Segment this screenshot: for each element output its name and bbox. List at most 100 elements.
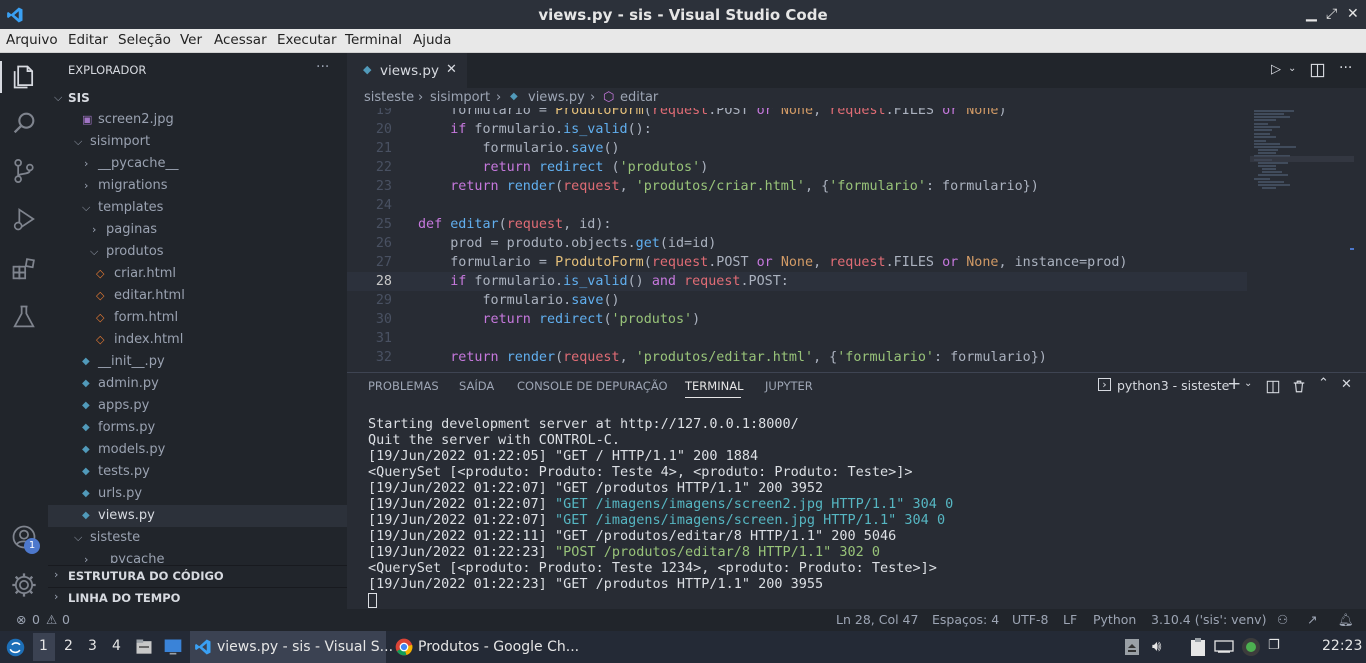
tree-item[interactable]: ◆ admin.py <box>48 373 347 395</box>
manage-gear-icon[interactable] <box>10 571 38 599</box>
error-icon[interactable]: ⊗ <box>16 612 26 627</box>
code-line[interactable]: if formulario.is_valid(): <box>418 120 652 139</box>
tree-item[interactable]: › __pycache__ <box>48 153 347 175</box>
extensions-icon[interactable] <box>10 255 38 283</box>
clock[interactable]: 22:23 <box>1322 638 1362 654</box>
run-file-icon[interactable]: ▷ <box>1271 62 1281 77</box>
close-tab-icon[interactable]: ✕ <box>446 62 457 77</box>
notification-tray-icon[interactable]: ❐ <box>1268 638 1280 653</box>
workspace-3[interactable]: 3 <box>88 638 97 654</box>
breadcrumb-item[interactable]: sisteste <box>364 90 414 105</box>
menu-acessar[interactable]: Acessar <box>214 32 267 48</box>
tree-item[interactable]: ◆ forms.py <box>48 417 347 439</box>
tab-console-depuracao[interactable]: CONSOLE DE DEPURAÇÃO <box>517 379 668 393</box>
code-line[interactable]: return redirect('produtos') <box>418 310 701 329</box>
menu-selecao[interactable]: Seleção <box>118 32 171 48</box>
workspace-1[interactable]: 1 <box>39 638 48 654</box>
workspace-4[interactable]: 4 <box>112 638 121 654</box>
python-interpreter[interactable]: 3.10.4 ('sis': venv) <box>1151 612 1266 627</box>
tab-views-py[interactable]: ◆ views.py ✕ <box>347 53 467 88</box>
terminal-name[interactable]: python3 - sisteste <box>1117 378 1229 393</box>
source-control-icon[interactable] <box>10 157 38 185</box>
tree-item[interactable]: › pycache <box>48 549 347 563</box>
tree-item[interactable]: ◇ editar.html <box>48 285 347 307</box>
tree-item[interactable]: ◆ urls.py <box>48 483 347 505</box>
start-menu-icon[interactable] <box>5 637 26 658</box>
warning-count[interactable]: 0 <box>62 612 70 627</box>
tab-problemas[interactable]: PROBLEMAS <box>368 379 439 393</box>
feedback-icon[interactable]: ↗ <box>1307 612 1317 627</box>
tree-item[interactable]: ⌵ sisteste <box>48 527 347 549</box>
trash-icon[interactable] <box>1292 379 1306 394</box>
tab-jupyter[interactable]: JUPYTER <box>765 379 813 393</box>
clipboard-icon[interactable] <box>1188 637 1208 657</box>
tree-item[interactable]: ◇ index.html <box>48 329 347 351</box>
maximize-panel-icon[interactable]: ⌃ <box>1318 376 1329 391</box>
menu-editar[interactable]: Editar <box>68 32 108 48</box>
outline-section[interactable]: › ESTRUTURA DO CÓDIGO <box>48 565 347 587</box>
desktop-icon[interactable] <box>162 637 184 657</box>
breadcrumb-item[interactable]: sisimport <box>430 90 490 105</box>
tree-item[interactable]: ◆ __init__.py <box>48 351 347 373</box>
code-line-current[interactable]: if formulario.is_valid() and request.POS… <box>418 272 789 291</box>
close-icon[interactable]: ✕ <box>1347 6 1359 22</box>
new-terminal-icon[interactable]: + <box>1227 374 1241 394</box>
code-line[interactable]: formulario.save() <box>418 291 619 310</box>
encoding[interactable]: UTF-8 <box>1012 612 1048 627</box>
volume-icon[interactable]: 🔊︎ <box>1152 637 1161 655</box>
terminal-output[interactable]: Starting development server at http://12… <box>368 416 1358 608</box>
chevron-down-icon[interactable]: ⌄ <box>1244 378 1252 389</box>
warning-icon[interactable]: ⚠ <box>46 612 57 627</box>
code-line[interactable]: return redirect ('produtos') <box>418 158 709 177</box>
menu-arquivo[interactable]: Arquivo <box>6 32 58 48</box>
eject-icon[interactable] <box>1124 638 1140 656</box>
explorer-icon[interactable] <box>10 63 38 91</box>
close-panel-icon[interactable]: ✕ <box>1341 377 1352 392</box>
tree-item[interactable]: ⌵ sisimport <box>48 131 347 153</box>
timeline-section[interactable]: › LINHA DO TEMPO <box>48 587 347 609</box>
breadcrumb-item[interactable]: views.py <box>528 90 585 105</box>
menu-ajuda[interactable]: Ajuda <box>413 32 451 48</box>
run-debug-icon[interactable] <box>10 205 38 233</box>
code-line[interactable]: prod = produto.objects.get(id=id) <box>418 234 716 253</box>
menu-ver[interactable]: Ver <box>180 32 202 48</box>
tree-item[interactable]: ◇ form.html <box>48 307 347 329</box>
code-editor[interactable]: 19 formulario = ProdutoForm(request.POST… <box>347 108 1247 372</box>
code-line[interactable]: formulario.save() <box>418 139 619 158</box>
tree-item[interactable]: ▣ screen2.jpg <box>48 109 347 131</box>
search-icon[interactable] <box>10 109 38 137</box>
tree-item[interactable]: › migrations <box>48 175 347 197</box>
tree-item[interactable]: ◆ tests.py <box>48 461 347 483</box>
tree-root-sis[interactable]: ⌵ SIS <box>48 87 347 109</box>
tree-item[interactable]: ◇ criar.html <box>48 263 347 285</box>
code-line[interactable]: return render(request, 'produtos/criar.h… <box>418 177 1039 196</box>
minimize-icon[interactable]: ▁ <box>1306 6 1317 22</box>
chevron-down-icon[interactable]: ⌄ <box>1288 63 1296 74</box>
more-actions-icon[interactable]: ··· <box>1339 60 1352 76</box>
tab-terminal[interactable]: TERMINAL <box>685 379 743 393</box>
maximize-icon[interactable]: ⤢ <box>1326 6 1337 22</box>
code-line[interactable]: formulario = ProdutoForm(request.POST or… <box>418 108 1006 120</box>
language-mode[interactable]: Python <box>1093 612 1136 627</box>
tree-item-selected[interactable]: ◆ views.py <box>48 505 347 527</box>
testing-icon[interactable] <box>10 303 38 331</box>
tree-item[interactable]: ◆ apps.py <box>48 395 347 417</box>
menu-executar[interactable]: Executar <box>277 32 337 48</box>
live-share-icon[interactable]: ⚇ <box>1277 612 1288 627</box>
cursor-position[interactable]: Ln 28, Col 47 <box>836 612 918 627</box>
split-terminal-icon[interactable] <box>1266 380 1280 394</box>
task-chrome[interactable]: Produtos - Google Ch... <box>390 631 590 663</box>
indentation[interactable]: Espaços: 4 <box>932 612 999 627</box>
line-ending[interactable]: LF <box>1063 612 1077 627</box>
tab-saida[interactable]: SAÍDA <box>459 379 494 393</box>
tree-item[interactable]: ⌵ templates <box>48 197 347 219</box>
error-count[interactable]: 0 <box>32 612 40 627</box>
workspace-2[interactable]: 2 <box>64 638 73 654</box>
code-line[interactable]: return render(request, 'produtos/editar.… <box>418 348 1047 367</box>
more-actions-icon[interactable]: ··· <box>316 59 329 75</box>
network-icon[interactable] <box>1214 639 1234 655</box>
breadcrumb-item[interactable]: editar <box>620 90 658 105</box>
code-line[interactable]: def editar(request, id): <box>418 215 612 234</box>
tree-item[interactable]: ◆ models.py <box>48 439 347 461</box>
file-manager-icon[interactable] <box>134 637 154 657</box>
